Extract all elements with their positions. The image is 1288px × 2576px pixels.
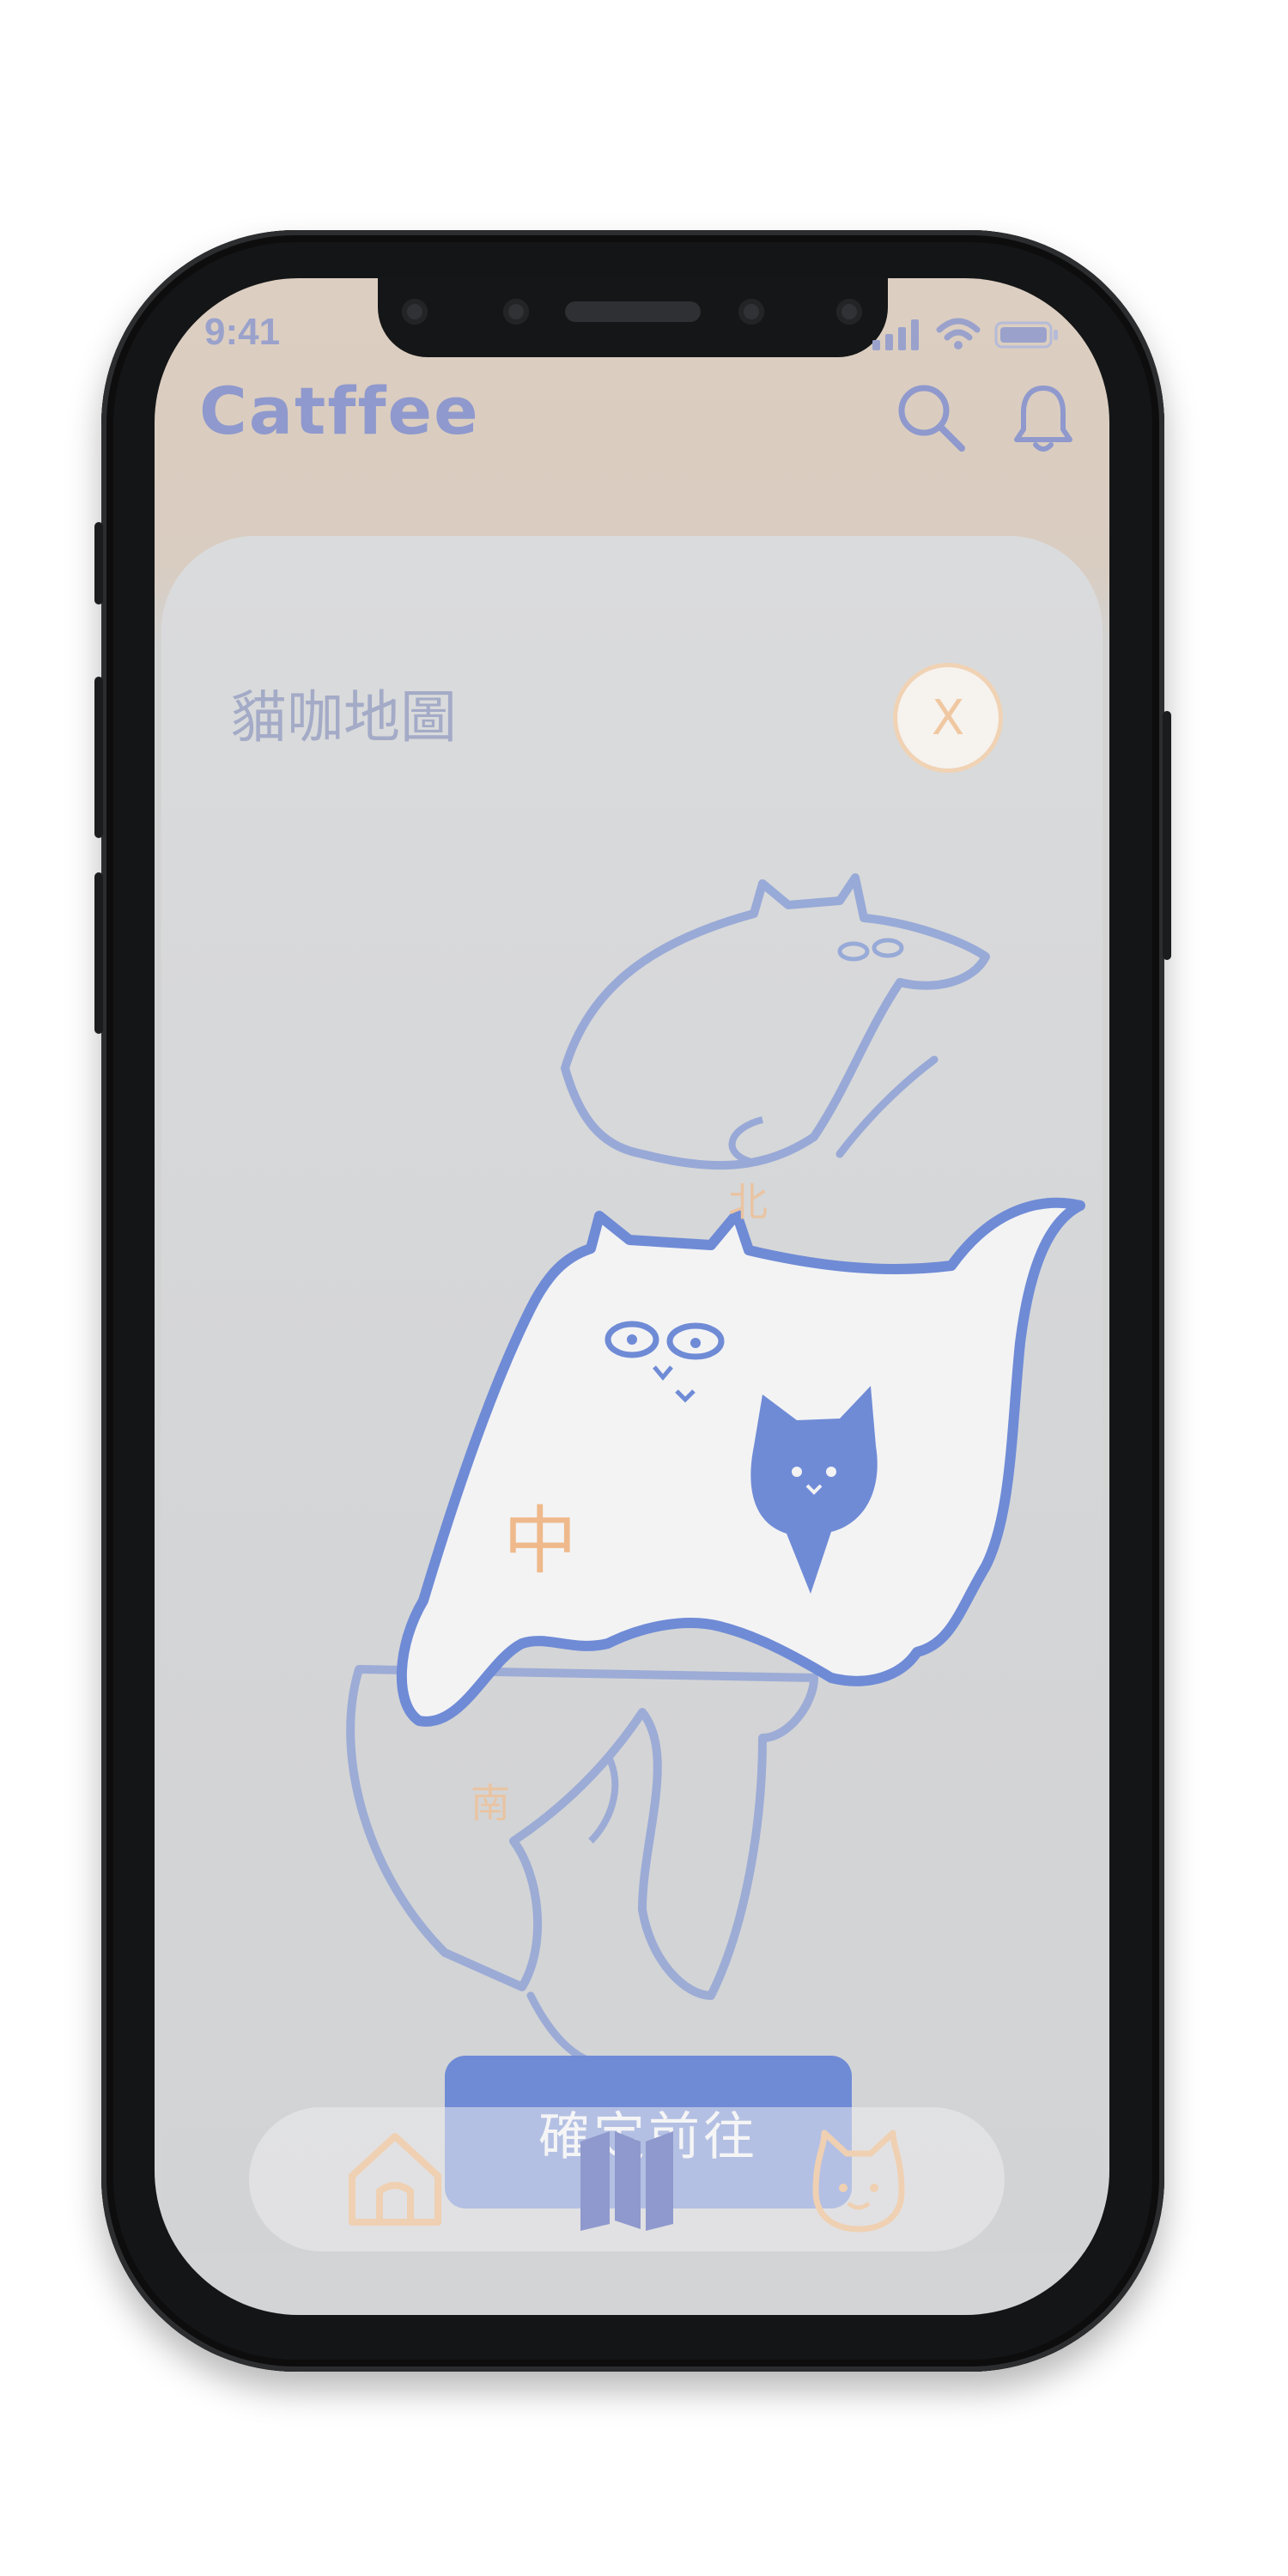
home-icon[interactable] — [335, 2123, 455, 2236]
region-south[interactable] — [346, 1665, 818, 2069]
status-icons — [872, 316, 1060, 350]
region-central[interactable] — [396, 1197, 1085, 1727]
bell-icon[interactable] — [1005, 380, 1082, 457]
map-icon[interactable] — [567, 2123, 687, 2236]
cat-icon[interactable] — [799, 2123, 919, 2236]
sensor-dot — [836, 299, 862, 325]
region-label-south: 南 — [471, 1780, 510, 1826]
region-label-north: 北 — [728, 1179, 768, 1225]
status-time: 9:41 — [204, 311, 281, 353]
cat-region-map — [346, 873, 1085, 2069]
region-label-central: 中 — [503, 1498, 577, 1584]
volume-down-button — [94, 872, 103, 1034]
map-sheet: 貓咖地圖 X 北 中 南 — [161, 536, 1103, 2253]
app-title: Catffee — [199, 373, 480, 449]
screen: 9:41 Catffee 貓咖地圖 X 北 中 南 — [155, 278, 1109, 2315]
search-icon[interactable] — [893, 380, 970, 457]
earpiece-speaker — [565, 301, 701, 322]
camera-notch — [378, 278, 888, 357]
bottom-tab-bar — [249, 2107, 1005, 2251]
camera-dot — [738, 299, 764, 325]
power-button — [1163, 711, 1171, 960]
sensor-dot — [503, 299, 529, 325]
silent-switch — [94, 522, 103, 605]
wifi-icon — [936, 318, 981, 349]
battery-icon — [994, 321, 1058, 349]
phone-frame: 9:41 Catffee 貓咖地圖 X 北 中 南 — [94, 230, 1171, 2372]
sensor-dot — [402, 299, 428, 325]
region-north[interactable] — [561, 873, 990, 1170]
volume-up-button — [94, 677, 103, 838]
signal-icon — [872, 319, 919, 350]
